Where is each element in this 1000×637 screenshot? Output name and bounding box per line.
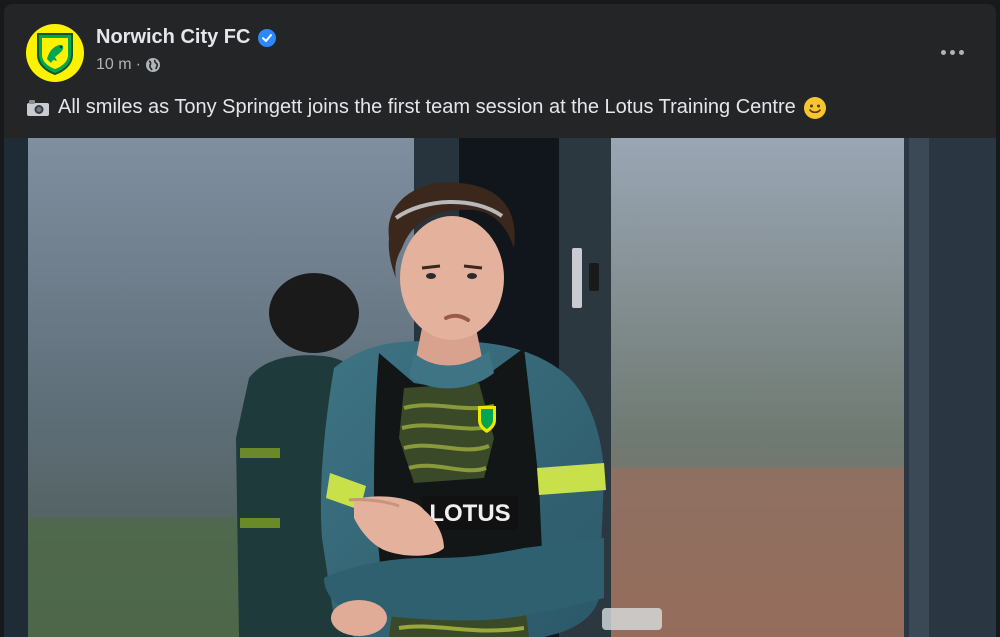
page-avatar[interactable]	[26, 24, 84, 82]
post-meta: 10 m ·	[96, 56, 161, 74]
meta-separator: ·	[135, 56, 141, 73]
bib-sponsor-text: LOTUS	[429, 500, 510, 527]
page-name[interactable]: Norwich City FC	[96, 26, 277, 49]
norwich-crest-icon	[37, 33, 73, 75]
globe-icon[interactable]	[145, 57, 161, 73]
verified-badge-icon	[258, 28, 277, 47]
post-photo[interactable]: LOTUS	[4, 138, 996, 637]
more-options-icon[interactable]	[934, 34, 970, 70]
post-header: Norwich City FC 10 m ·	[4, 4, 996, 94]
camera-emoji-icon	[26, 99, 50, 117]
caption-text: All smiles as Tony Springett joins the f…	[58, 96, 796, 118]
facebook-post: Norwich City FC 10 m · All smiles as Ton…	[4, 4, 996, 637]
post-caption: All smiles as Tony Springett joins the f…	[26, 96, 826, 119]
page-name-text[interactable]: Norwich City FC	[96, 26, 250, 49]
post-timestamp[interactable]: 10 m	[96, 56, 132, 74]
smile-emoji-icon	[803, 96, 826, 119]
training-photo-image: LOTUS	[4, 138, 996, 637]
